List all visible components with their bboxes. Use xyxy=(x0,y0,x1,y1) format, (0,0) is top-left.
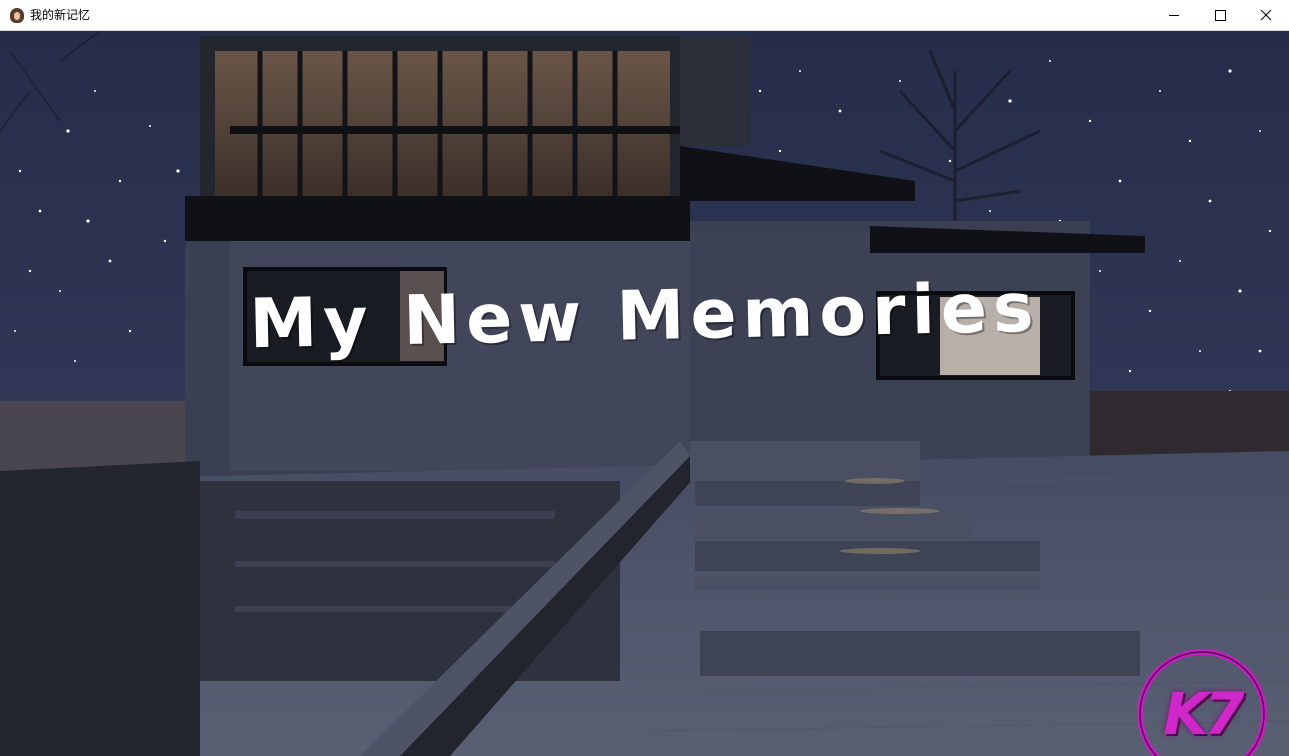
game-window: 我的新记忆 My New Memories K7 xyxy=(0,0,1289,756)
close-icon xyxy=(1260,9,1272,21)
app-icon xyxy=(10,8,24,23)
maximize-button[interactable] xyxy=(1197,0,1243,30)
game-scene[interactable]: My New Memories K7 xyxy=(0,31,1289,756)
close-button[interactable] xyxy=(1243,0,1289,30)
minimize-button[interactable] xyxy=(1151,0,1197,30)
k7-logo: K7 xyxy=(1132,645,1272,756)
window-titlebar[interactable]: 我的新记忆 xyxy=(0,0,1289,31)
window-title: 我的新记忆 xyxy=(30,8,91,22)
logo-text: K7 xyxy=(1163,680,1244,748)
night-house-background xyxy=(0,31,1289,756)
maximize-icon xyxy=(1215,10,1226,21)
minimize-icon xyxy=(1169,15,1179,16)
